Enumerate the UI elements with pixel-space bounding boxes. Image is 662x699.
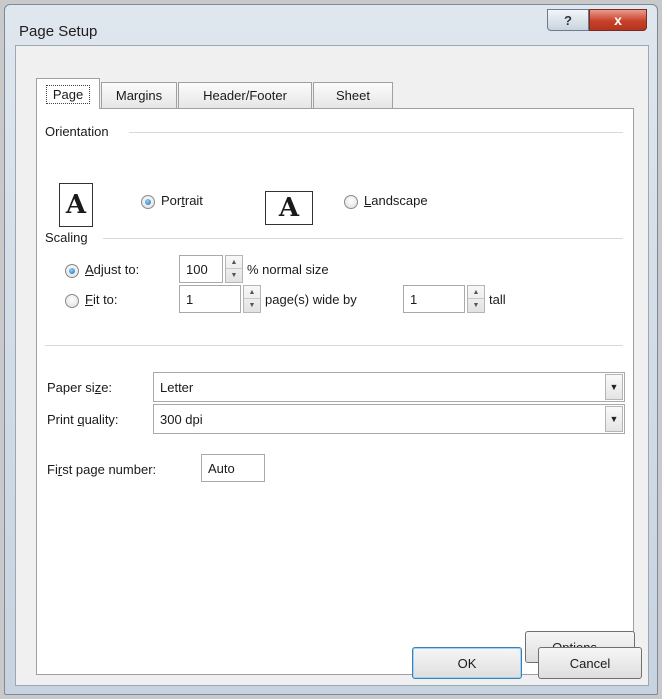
adjust-to-label[interactable]: Adjust to: xyxy=(85,262,139,277)
spin-down-icon[interactable]: ▼ xyxy=(226,269,242,282)
help-icon: ? xyxy=(564,12,572,28)
scaling-separator xyxy=(103,238,623,239)
fit-tall-suffix: tall xyxy=(489,292,506,307)
tab-sheet[interactable]: Sheet xyxy=(313,82,393,108)
title-bar[interactable]: Page Setup ? x xyxy=(5,5,657,43)
paper-size-label: Paper size: xyxy=(47,380,113,395)
spin-down-icon[interactable]: ▼ xyxy=(244,299,260,312)
close-button[interactable]: x xyxy=(589,9,647,31)
orientation-separator xyxy=(129,132,623,133)
landscape-page-icon: A xyxy=(265,191,313,225)
ok-button[interactable]: OK xyxy=(412,647,522,679)
spin-up-icon[interactable]: ▲ xyxy=(226,256,242,269)
adjust-to-input[interactable]: 100 xyxy=(179,255,223,283)
fit-to-label[interactable]: Fit to: xyxy=(85,292,118,307)
orientation-group-label: Orientation xyxy=(45,124,113,139)
tab-page-label: Page xyxy=(45,84,91,104)
tab-header-footer-label: Header/Footer xyxy=(203,88,287,103)
tab-margins-label: Margins xyxy=(115,88,163,103)
first-page-number-input[interactable]: Auto xyxy=(201,454,265,482)
print-quality-select[interactable]: 300 dpi ▼ xyxy=(153,404,625,434)
print-quality-label: Print quality: xyxy=(47,412,119,427)
fit-wide-suffix: page(s) wide by xyxy=(265,292,357,307)
paper-size-select[interactable]: Letter ▼ xyxy=(153,372,625,402)
dialog-title: Page Setup xyxy=(19,23,98,40)
fit-wide-spinner[interactable]: ▲ ▼ xyxy=(243,285,261,313)
adjust-to-suffix: % normal size xyxy=(247,262,329,277)
fit-tall-spinner[interactable]: ▲ ▼ xyxy=(467,285,485,313)
fit-to-radio[interactable] xyxy=(65,294,79,308)
help-button[interactable]: ? xyxy=(547,9,589,31)
spin-up-icon[interactable]: ▲ xyxy=(244,286,260,299)
tab-margins[interactable]: Margins xyxy=(101,82,177,108)
scaling-group-label: Scaling xyxy=(45,230,92,245)
dialog-body: Page Margins Header/Footer Sheet Orienta… xyxy=(15,45,649,686)
tab-page[interactable]: Page xyxy=(36,78,100,109)
cancel-button[interactable]: Cancel xyxy=(538,647,642,679)
adjust-to-spinner[interactable]: ▲ ▼ xyxy=(225,255,243,283)
fit-tall-input[interactable]: 1 xyxy=(403,285,465,313)
landscape-radio[interactable] xyxy=(344,195,358,209)
page-tab-panel: Orientation A Portrait A Landscape Scali… xyxy=(36,108,635,675)
page-setup-dialog: Page Setup ? x Page Margins Header/Foote… xyxy=(4,4,658,695)
paper-size-value: Letter xyxy=(160,380,194,395)
tab-header-footer[interactable]: Header/Footer xyxy=(178,82,312,108)
portrait-label[interactable]: Portrait xyxy=(161,193,203,208)
spin-up-icon[interactable]: ▲ xyxy=(468,286,484,299)
paper-separator xyxy=(45,345,623,346)
chevron-down-icon[interactable]: ▼ xyxy=(605,374,623,400)
fit-wide-input[interactable]: 1 xyxy=(179,285,241,313)
portrait-page-icon: A xyxy=(59,183,93,227)
chevron-down-icon[interactable]: ▼ xyxy=(605,406,623,432)
portrait-radio[interactable] xyxy=(141,195,155,209)
adjust-to-radio[interactable] xyxy=(65,264,79,278)
close-icon: x xyxy=(614,12,622,28)
first-page-number-label: First page number: xyxy=(47,462,157,477)
tab-sheet-label: Sheet xyxy=(336,88,370,103)
landscape-label[interactable]: Landscape xyxy=(364,193,428,208)
spin-down-icon[interactable]: ▼ xyxy=(468,299,484,312)
print-quality-value: 300 dpi xyxy=(160,412,203,427)
